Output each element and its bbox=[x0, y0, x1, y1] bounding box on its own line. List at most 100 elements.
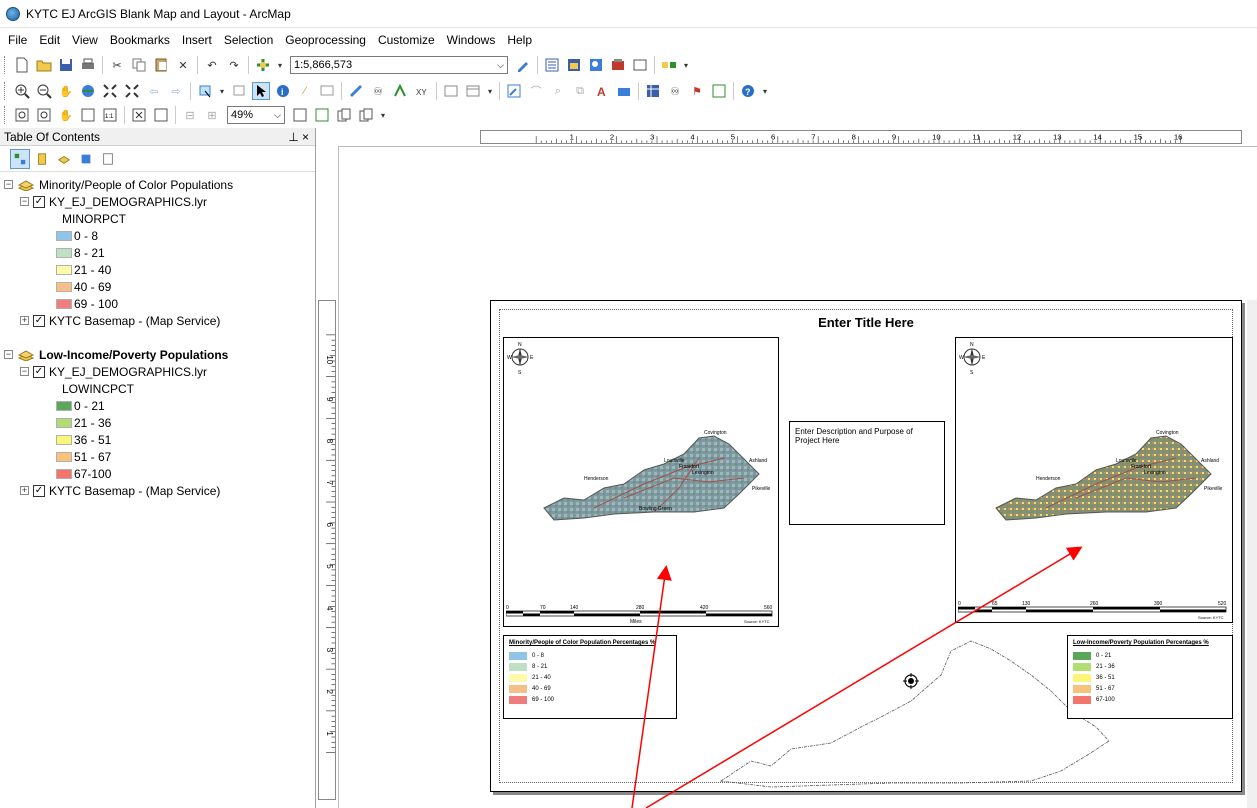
fixed-zoom-out-layout-icon[interactable] bbox=[152, 106, 170, 124]
binoculars-icon[interactable]: ♾ bbox=[666, 82, 684, 100]
horizontal-ruler[interactable]: 1 2 3 4 5 6 7 8 9 10 11 12 13 14 15 16 bbox=[480, 130, 1242, 144]
layer-visibility-checkbox[interactable]: ✓ bbox=[33, 365, 45, 378]
data-driven-pages-icon[interactable] bbox=[357, 106, 375, 124]
undo-icon[interactable]: ↶ bbox=[203, 56, 221, 74]
layer-visibility-checkbox[interactable]: ✓ bbox=[33, 195, 45, 208]
toc-pin-close[interactable]: ⊥ × bbox=[288, 130, 309, 144]
table-of-contents-icon[interactable] bbox=[543, 56, 561, 74]
toggle-draft-mode-icon[interactable] bbox=[291, 106, 309, 124]
layer-visibility-checkbox[interactable]: ✓ bbox=[33, 314, 45, 327]
chevron-down-icon[interactable]: ▾ bbox=[761, 82, 769, 100]
description-text-box[interactable]: Enter Description and Purpose of Project… bbox=[789, 421, 945, 525]
menu-edit[interactable]: Edit bbox=[39, 33, 60, 47]
collapse-icon[interactable]: − bbox=[20, 367, 29, 376]
list-by-selection-icon[interactable] bbox=[76, 149, 96, 169]
help-icon[interactable]: ? bbox=[739, 82, 757, 100]
model-builder-icon[interactable] bbox=[660, 56, 678, 74]
time-slider-icon[interactable] bbox=[442, 82, 460, 100]
expand-icon[interactable]: + bbox=[20, 486, 29, 495]
menu-help[interactable]: Help bbox=[507, 33, 532, 47]
legend-class-row[interactable]: 0 - 21 bbox=[4, 397, 315, 414]
print-icon[interactable] bbox=[79, 56, 97, 74]
menu-file[interactable]: File bbox=[8, 33, 27, 47]
new-document-icon[interactable] bbox=[13, 56, 31, 74]
focus-data-frame-icon[interactable] bbox=[313, 106, 331, 124]
menu-windows[interactable]: Windows bbox=[447, 33, 496, 47]
menu-view[interactable]: View bbox=[72, 33, 98, 47]
image-layer-icon[interactable] bbox=[615, 82, 633, 100]
go-to-xy-icon[interactable]: XY bbox=[413, 82, 431, 100]
chevron-down-icon[interactable]: ▾ bbox=[218, 82, 226, 100]
vertical-scrollbar[interactable] bbox=[1247, 300, 1257, 808]
flag-icon[interactable]: ⚑ bbox=[688, 82, 706, 100]
layout-page[interactable]: Enter Title Here N W E S Covington Ashla… bbox=[490, 300, 1242, 792]
paste-icon[interactable] bbox=[152, 56, 170, 74]
legend-class-row[interactable]: 40 - 69 bbox=[4, 278, 315, 295]
identify-icon[interactable]: i bbox=[274, 82, 292, 100]
list-by-visibility-icon[interactable] bbox=[54, 149, 74, 169]
export-icon[interactable] bbox=[710, 82, 728, 100]
low-income-legend[interactable]: Low-Income/Poverty Population Percentage… bbox=[1067, 635, 1233, 719]
editor-toolbar-icon[interactable] bbox=[514, 56, 532, 74]
chevron-down-icon[interactable]: ▾ bbox=[276, 56, 284, 74]
legend-class-row[interactable]: 21 - 36 bbox=[4, 414, 315, 431]
fixed-zoom-out-icon[interactable] bbox=[123, 82, 141, 100]
fixed-zoom-in-icon[interactable] bbox=[101, 82, 119, 100]
toc-layer-row[interactable]: − ✓ KY_EJ_DEMOGRAPHICS.lyr bbox=[4, 363, 315, 380]
back-arrow-icon[interactable]: ⇦ bbox=[145, 82, 163, 100]
toc-group-low-income[interactable]: − Low-Income/Poverty Populations bbox=[4, 346, 315, 363]
collapse-icon[interactable]: − bbox=[4, 350, 13, 359]
layout-zoom-out-icon[interactable] bbox=[35, 106, 53, 124]
legend-class-row[interactable]: 51 - 67 bbox=[4, 448, 315, 465]
cut-icon[interactable]: ✂ bbox=[108, 56, 126, 74]
select-elements-arrow-icon[interactable] bbox=[252, 82, 270, 100]
find-binoculars-icon[interactable]: ♾ bbox=[369, 82, 387, 100]
options-icon[interactable] bbox=[98, 149, 118, 169]
toc-layer-row[interactable]: − ✓ KY_EJ_DEMOGRAPHICS.lyr bbox=[4, 193, 315, 210]
legend-class-row[interactable]: 8 - 21 bbox=[4, 244, 315, 261]
zoom-out-icon[interactable] bbox=[35, 82, 53, 100]
crosshair-target-icon[interactable] bbox=[903, 673, 919, 689]
menu-insert[interactable]: Insert bbox=[182, 33, 212, 47]
editor-icon[interactable] bbox=[505, 82, 523, 100]
menu-customize[interactable]: Customize bbox=[378, 33, 435, 47]
add-data-icon[interactable] bbox=[254, 56, 272, 74]
toc-basemap-row[interactable]: + ✓ KYTC Basemap - (Map Service) bbox=[4, 312, 315, 329]
minority-legend[interactable]: Minority/People of Color Population Perc… bbox=[503, 635, 677, 719]
map-title-text[interactable]: Enter Title Here bbox=[491, 315, 1241, 330]
menu-selection[interactable]: Selection bbox=[224, 33, 273, 47]
change-layout-icon[interactable] bbox=[335, 106, 353, 124]
menu-bookmarks[interactable]: Bookmarks bbox=[110, 33, 170, 47]
zoom-whole-page-icon[interactable] bbox=[79, 106, 97, 124]
zoom-100-icon[interactable]: 1:1 bbox=[101, 106, 119, 124]
list-by-source-icon[interactable] bbox=[32, 149, 52, 169]
map-scale-dropdown[interactable]: 1:5,866,573 ⌵ bbox=[290, 56, 508, 74]
pan-hand-icon[interactable]: ✋ bbox=[57, 82, 75, 100]
delete-icon[interactable]: ✕ bbox=[174, 56, 192, 74]
next-extent-icon[interactable]: ⊞ bbox=[203, 106, 221, 124]
catalog-window-icon[interactable] bbox=[565, 56, 583, 74]
zoom-to-icon[interactable]: ⌕ bbox=[549, 82, 567, 100]
redo-icon[interactable]: ↷ bbox=[225, 56, 243, 74]
forward-arrow-icon[interactable]: ⇨ bbox=[167, 82, 185, 100]
toc-basemap-row[interactable]: + ✓ KYTC Basemap - (Map Service) bbox=[4, 482, 315, 499]
collapse-icon[interactable]: − bbox=[4, 180, 13, 189]
vertical-ruler[interactable]: 10 9 8 7 6 5 4 3 2 1 bbox=[318, 300, 336, 800]
save-icon[interactable] bbox=[57, 56, 75, 74]
chevron-down-icon[interactable]: ▾ bbox=[486, 82, 494, 100]
attribute-table-icon[interactable] bbox=[644, 82, 662, 100]
layer-visibility-checkbox[interactable]: ✓ bbox=[33, 484, 45, 497]
toolbar-grip[interactable] bbox=[4, 56, 7, 74]
legend-class-row[interactable]: 67-100 bbox=[4, 465, 315, 482]
layout-zoom-in-icon[interactable] bbox=[13, 106, 31, 124]
menu-geoprocessing[interactable]: Geoprocessing bbox=[285, 33, 366, 47]
sketch-icon[interactable]: ⌒ bbox=[527, 82, 545, 100]
layer-icon[interactable]: ⧉ bbox=[571, 82, 589, 100]
layout-pan-icon[interactable]: ✋ bbox=[57, 106, 75, 124]
legend-class-row[interactable]: 36 - 51 bbox=[4, 431, 315, 448]
minority-data-frame[interactable]: N W E S Covington Ashland Louisville Lex… bbox=[503, 337, 779, 627]
zoom-in-icon[interactable] bbox=[13, 82, 31, 100]
toc-group-minority[interactable]: − Minority/People of Color Populations bbox=[4, 176, 315, 193]
legend-class-row[interactable]: 0 - 8 bbox=[4, 227, 315, 244]
select-features-icon[interactable] bbox=[196, 82, 214, 100]
